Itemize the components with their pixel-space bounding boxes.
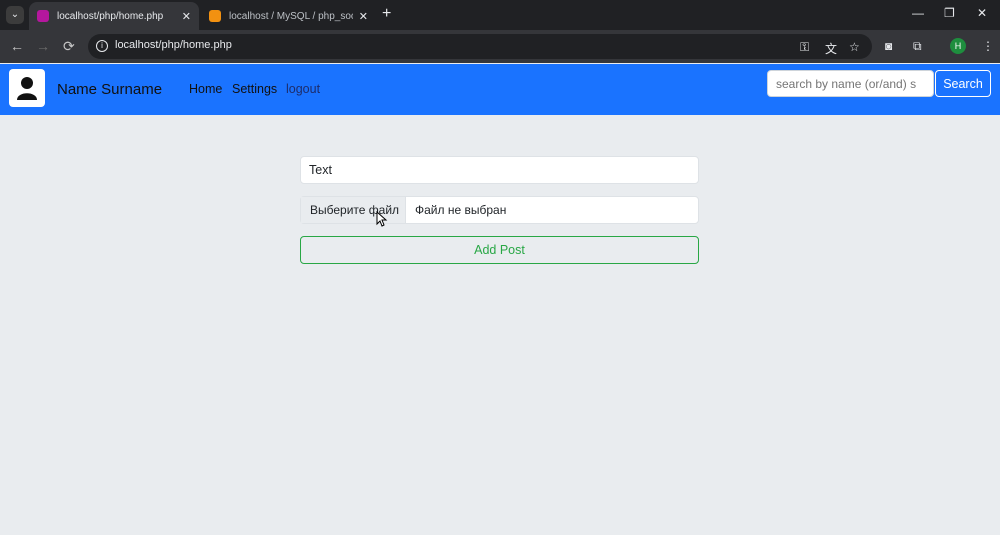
choose-file-button[interactable]: Выберите файл bbox=[301, 197, 406, 223]
translate-icon[interactable]: 文 bbox=[825, 40, 837, 57]
menu-icon[interactable]: ⋮ bbox=[982, 39, 994, 53]
browser-tab-strip: ⌄ localhost/php/home.php ✕ localhost / M… bbox=[0, 0, 1000, 30]
forward-icon[interactable]: → bbox=[36, 38, 50, 54]
extensions-icon[interactable]: ⧉ bbox=[913, 39, 922, 54]
address-field[interactable]: i localhost/php/home.php ⚿ 文 ☆ bbox=[88, 34, 872, 59]
site-info-icon[interactable]: i bbox=[96, 40, 108, 52]
search-input[interactable] bbox=[767, 70, 934, 97]
tab-favicon bbox=[209, 10, 221, 22]
restore-icon[interactable]: ❐ bbox=[944, 6, 955, 20]
new-tab-icon[interactable]: + bbox=[382, 5, 391, 23]
mouse-cursor-icon bbox=[376, 211, 388, 227]
add-post-button[interactable]: Add Post bbox=[300, 236, 699, 264]
back-icon[interactable]: ← bbox=[10, 38, 24, 54]
tab-title: localhost / MySQL / php_social bbox=[229, 10, 353, 22]
tab-search-dropdown-icon[interactable]: ⌄ bbox=[6, 6, 24, 24]
file-status-text: Файл не выбран bbox=[415, 203, 507, 217]
user-icon bbox=[17, 77, 37, 100]
close-icon[interactable]: ✕ bbox=[182, 10, 191, 23]
address-bar-row: ← → ⟳ i localhost/php/home.php ⚿ 文 ☆ ◙ ⧉… bbox=[0, 30, 1000, 63]
key-icon[interactable]: ⚿ bbox=[800, 40, 809, 55]
reload-icon[interactable]: ⟳ bbox=[63, 38, 75, 55]
close-icon[interactable]: ✕ bbox=[359, 10, 368, 23]
minimize-icon[interactable]: — bbox=[912, 6, 924, 20]
user-name[interactable]: Name Surname bbox=[57, 81, 162, 98]
nav-home-link[interactable]: Home bbox=[189, 82, 222, 96]
nav-logout-link[interactable]: logout bbox=[286, 82, 320, 96]
tab-phpmyadmin[interactable]: localhost / MySQL / php_social ✕ bbox=[201, 2, 376, 30]
nav-settings-link[interactable]: Settings bbox=[232, 82, 277, 96]
tab-title: localhost/php/home.php bbox=[57, 10, 164, 22]
profile-avatar[interactable]: H bbox=[950, 38, 966, 54]
post-text-input[interactable] bbox=[300, 156, 699, 184]
tab-favicon bbox=[37, 10, 49, 22]
site-navbar: Name Surname Home Settings logout Search bbox=[0, 64, 1000, 115]
window-close-icon[interactable]: ✕ bbox=[977, 6, 987, 20]
url-text: localhost/php/home.php bbox=[115, 39, 232, 51]
tab-home[interactable]: localhost/php/home.php ✕ bbox=[29, 2, 199, 30]
search-button[interactable]: Search bbox=[935, 70, 991, 97]
star-icon[interactable]: ☆ bbox=[849, 40, 860, 54]
camera-icon[interactable]: ◙ bbox=[885, 39, 892, 53]
file-input[interactable]: Выберите файл Файл не выбран bbox=[300, 196, 699, 224]
user-avatar[interactable] bbox=[9, 69, 45, 107]
